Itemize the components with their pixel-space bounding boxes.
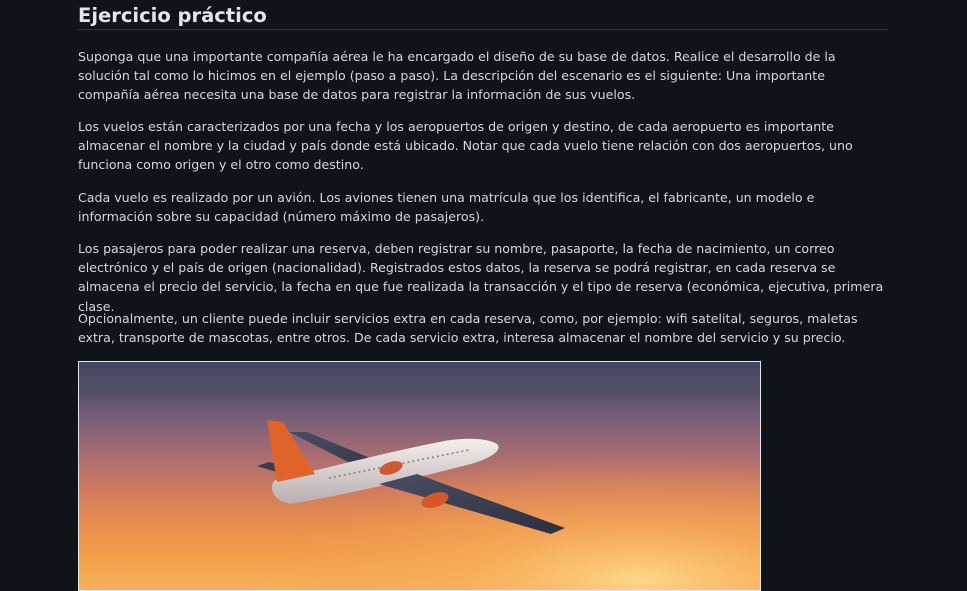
article-content: Ejercicio práctico Suponga que una impor… xyxy=(78,0,888,591)
paragraph-flights: Los vuelos están caracterizados por una … xyxy=(78,119,853,173)
paragraph-passengers: Los pasajeros para poder realizar una re… xyxy=(78,241,884,314)
paragraph-intro: Suponga que una importante compañía aére… xyxy=(78,49,836,103)
airplane-photo xyxy=(78,361,761,591)
airplane-icon xyxy=(79,362,760,590)
paragraph-aircraft: Cada vuelo es realizado por un avión. Lo… xyxy=(78,190,815,225)
paragraph-extra-services: Opcionalmente, un cliente puede incluir … xyxy=(78,311,858,346)
page-title: Ejercicio práctico xyxy=(78,0,888,30)
